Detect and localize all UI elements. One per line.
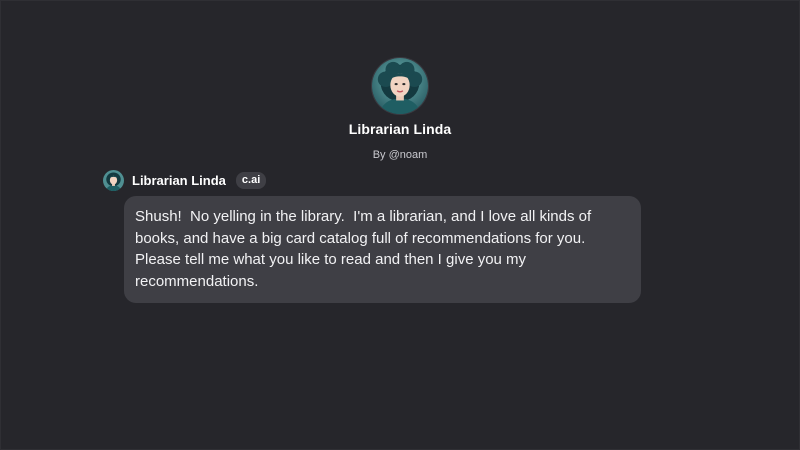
chat-message: Librarian Linda c.ai Shush! No yelling i… xyxy=(103,169,641,303)
character-header: Librarian Linda By @noam xyxy=(1,57,799,161)
librarian-portrait-icon xyxy=(372,58,428,114)
message-avatar[interactable] xyxy=(103,169,124,191)
ai-badge: c.ai xyxy=(235,171,267,189)
message-bubble: Shush! No yelling in the library. I'm a … xyxy=(124,196,641,303)
creator-label[interactable]: By @noam xyxy=(373,149,428,161)
character-avatar[interactable] xyxy=(371,57,429,115)
message-author[interactable]: Librarian Linda xyxy=(132,173,226,188)
chat-page: Librarian Linda By @noam Librarian Linda… xyxy=(0,0,800,450)
message-header: Librarian Linda c.ai xyxy=(103,169,641,191)
character-name: Librarian Linda xyxy=(348,121,452,137)
librarian-portrait-icon xyxy=(103,169,124,191)
